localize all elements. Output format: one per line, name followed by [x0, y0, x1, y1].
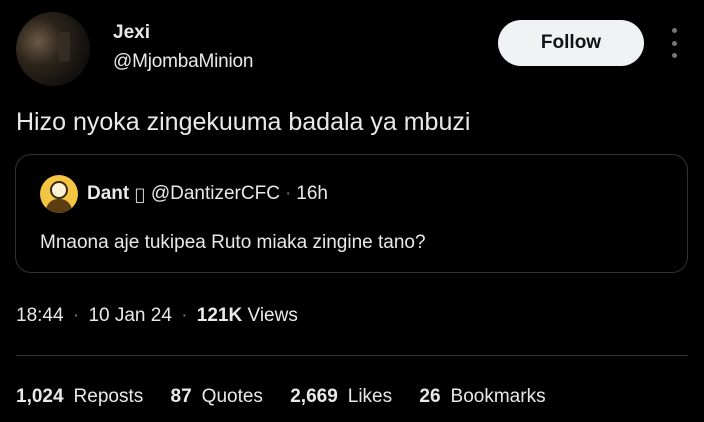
bookmarks-count: 26: [419, 386, 441, 407]
reposts-stat[interactable]: 1,024 Reposts: [16, 386, 143, 408]
tweet-meta: 18:44 · 10 Jan 24 · 121K Views: [16, 305, 298, 327]
quoted-tweet[interactable]: Dant  @DantizerCFC · 16h Mnaona aje tuk…: [15, 154, 688, 273]
separator-dot: ·: [181, 305, 188, 326]
engagement-stats: 1,024 Reposts 87 Quotes 2,669 Likes 26 Bookm…: [16, 386, 568, 408]
divider: [16, 355, 688, 356]
tweet-time[interactable]: 18:44: [16, 305, 64, 326]
likes-stat[interactable]: 2,669 Likes: [290, 386, 392, 408]
tweet-date[interactable]: 10 Jan 24: [88, 305, 171, 326]
likes-count: 2,669: [290, 386, 338, 407]
bookmarks-label: Bookmarks: [450, 386, 546, 407]
quoted-name[interactable]: Dant: [87, 183, 129, 205]
quoted-avatar[interactable]: [40, 175, 78, 213]
quoted-text: Mnaona aje tukipea Ruto miaka zingine ta…: [40, 232, 426, 253]
author-avatar[interactable]: [16, 12, 90, 86]
views-label: Views: [247, 305, 298, 326]
apple-icon: : [135, 185, 145, 204]
author-handle[interactable]: @MjombaMinion: [113, 51, 253, 73]
more-options-icon[interactable]: [664, 28, 684, 58]
reposts-count: 1,024: [16, 386, 64, 407]
quotes-stat[interactable]: 87 Quotes: [171, 386, 263, 408]
reposts-label: Reposts: [73, 386, 144, 407]
likes-label: Likes: [347, 386, 393, 407]
separator-dot: ·: [285, 183, 291, 205]
quotes-label: Quotes: [201, 386, 263, 407]
views-count: 121K: [196, 305, 243, 326]
quoted-handle[interactable]: @DantizerCFC: [151, 183, 280, 205]
separator-dot: ·: [72, 305, 80, 326]
quotes-count: 87: [170, 386, 192, 407]
follow-button[interactable]: Follow: [498, 20, 644, 66]
tweet-text: Hizo nyoka zingekuuma badala ya mbuzi: [16, 108, 471, 136]
bookmarks-stat[interactable]: 26 Bookmarks: [419, 386, 545, 408]
quoted-header: Dant  @DantizerCFC · 16h: [87, 183, 328, 205]
author-name[interactable]: Jexi: [113, 22, 150, 44]
quoted-timestamp[interactable]: 16h: [296, 183, 328, 205]
